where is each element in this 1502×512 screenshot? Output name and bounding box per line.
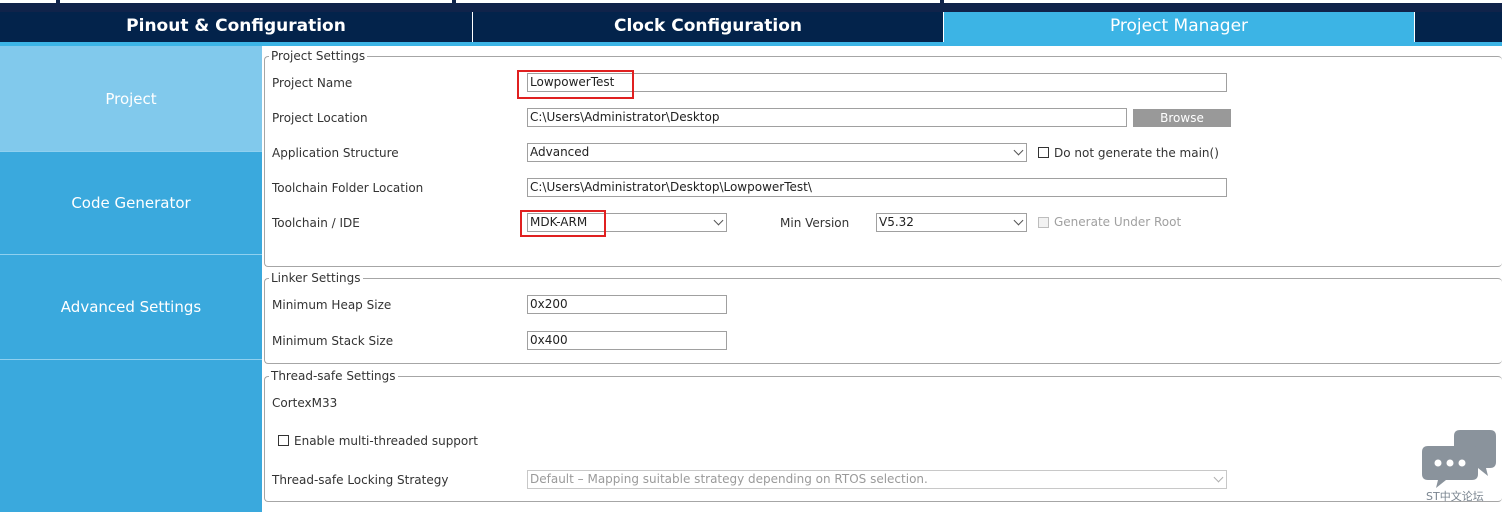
top-strip-segment: [456, 0, 940, 3]
application-structure-select[interactable]: Advanced: [527, 143, 1027, 162]
core-label: CortexM33: [272, 396, 338, 410]
toolchain-folder-value: C:\Users\Administrator\Desktop\LowpowerT…: [530, 180, 812, 194]
project-location-input[interactable]: C:\Users\Administrator\Desktop: [527, 108, 1127, 127]
generate-under-root-checkbox[interactable]: [1038, 217, 1049, 228]
tab-tools[interactable]: [1415, 12, 1502, 42]
toolchain-ide-label: Toolchain / IDE: [272, 216, 360, 230]
enable-multithreaded-checkbox[interactable]: [278, 435, 289, 446]
chevron-down-icon: [1013, 145, 1024, 156]
project-location-value: C:\Users\Administrator\Desktop: [530, 110, 720, 124]
application-structure-label: Application Structure: [272, 146, 399, 160]
minimum-stack-size-value: 0x400: [530, 333, 568, 347]
thread-safe-locking-value: Default – Mapping suitable strategy depe…: [530, 472, 928, 486]
minimum-heap-size-input[interactable]: 0x200: [527, 295, 727, 314]
tab-project-manager[interactable]: Project Manager: [944, 12, 1414, 42]
min-version-select[interactable]: V5.32: [876, 213, 1027, 232]
chevron-down-icon: [1213, 472, 1224, 483]
minimum-heap-size-value: 0x200: [530, 297, 568, 311]
sidebar-item-advanced-settings[interactable]: Advanced Settings: [0, 255, 262, 360]
highlight-box: [517, 70, 634, 99]
sidebar-item-label: Advanced Settings: [60, 298, 202, 316]
application-structure-value: Advanced: [530, 145, 590, 159]
watermark-text: ST中文论坛: [1426, 490, 1484, 503]
thread-safe-locking-select[interactable]: Default – Mapping suitable strategy depe…: [527, 470, 1227, 489]
main-tab-bar: Pinout & Configuration Clock Configurati…: [0, 12, 1502, 42]
do-not-generate-main-label: Do not generate the main(): [1054, 146, 1219, 160]
do-not-generate-main-checkbox[interactable]: [1038, 147, 1049, 158]
chevron-down-icon: [1013, 215, 1024, 226]
sidebar-item-project[interactable]: Project: [0, 46, 262, 152]
browse-button[interactable]: Browse: [1133, 109, 1231, 127]
chevron-down-icon: [713, 215, 724, 226]
sidebar-item-code-generator[interactable]: Code Generator: [0, 152, 262, 255]
sidebar-item-label: Code Generator: [71, 194, 191, 212]
sidebar-item-label: Project: [105, 90, 157, 108]
project-settings-panel: Project Settings Project Name LowpowerTe…: [262, 46, 1502, 512]
minimum-heap-size-label: Minimum Heap Size: [272, 298, 392, 312]
linker-settings-group: Linker Settings: [264, 271, 1502, 364]
tab-pinout-configuration[interactable]: Pinout & Configuration: [0, 12, 472, 42]
project-manager-sidebar: Project Code Generator Advanced Settings: [0, 46, 262, 512]
toolchain-folder-input[interactable]: C:\Users\Administrator\Desktop\LowpowerT…: [527, 178, 1227, 197]
min-version-label: Min Version: [780, 216, 850, 230]
thread-safe-locking-label: Thread-safe Locking Strategy: [272, 473, 449, 487]
minimum-stack-size-label: Minimum Stack Size: [272, 334, 394, 348]
project-name-label: Project Name: [272, 76, 353, 90]
group-legend: Thread-safe Settings: [269, 369, 398, 383]
min-version-value: V5.32: [879, 215, 914, 229]
top-strip-segment: [944, 0, 1502, 3]
group-legend: Project Settings: [269, 49, 368, 63]
minimum-stack-size-input[interactable]: 0x400: [527, 331, 727, 350]
highlight-box: [520, 210, 606, 237]
project-location-label: Project Location: [272, 111, 368, 125]
toolchain-folder-label: Toolchain Folder Location: [272, 181, 424, 195]
window-top-strip: [0, 0, 1502, 12]
top-strip-segment: [0, 0, 56, 3]
generate-under-root-label: Generate Under Root: [1054, 215, 1182, 229]
group-legend: Linker Settings: [269, 271, 363, 285]
tab-clock-configuration[interactable]: Clock Configuration: [473, 12, 943, 42]
enable-multithreaded-label: Enable multi-threaded support: [294, 434, 478, 448]
top-strip-segment: [60, 0, 452, 3]
